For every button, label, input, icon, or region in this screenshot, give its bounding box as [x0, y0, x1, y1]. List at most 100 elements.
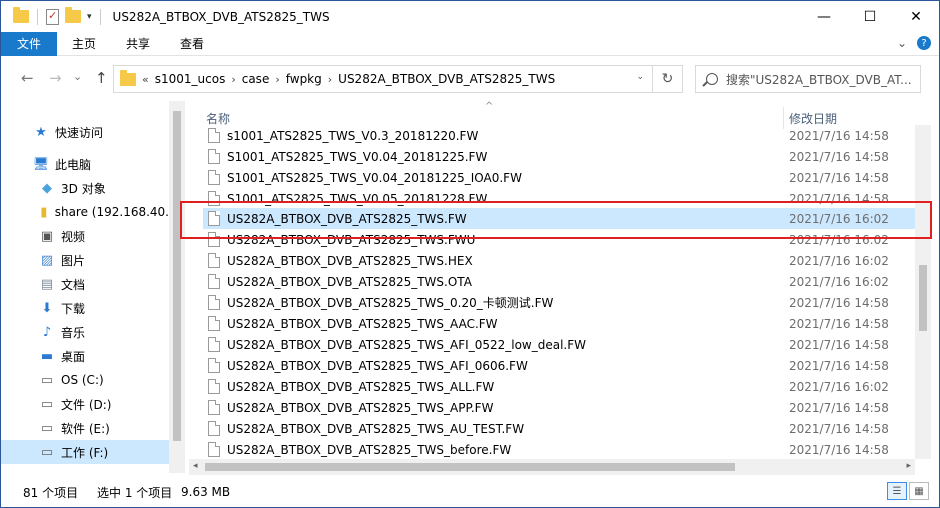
search-placeholder: 搜索"US282A_BTBOX_DVB_AT... [726, 72, 912, 87]
large-icons-view-icon[interactable]: ▦ [909, 482, 929, 500]
window-title: US282A_BTBOX_DVB_ATS2825_TWS [112, 9, 330, 24]
drive-icon: ▭ [40, 396, 54, 412]
file-row[interactable]: US282A_BTBOX_DVB_ATS2825_TWS_AU_TEST.FW 2… [203, 418, 915, 439]
file-row[interactable]: US282A_BTBOX_DVB_ATS2825_TWS_AAC.FW 2021/… [203, 313, 915, 334]
tab-home[interactable]: 主页 [57, 32, 111, 56]
file-row[interactable]: S1001_ATS2825_TWS_V0.04_20181225.FW 2021/… [203, 146, 915, 167]
title-bar: ▾ US282A_BTBOX_DVB_ATS2825_TWS — ☐ ✕ [1, 1, 939, 32]
file-icon [208, 211, 220, 226]
sidebar-item-drive-e[interactable]: ▭ 软件 (E:) [1, 416, 169, 440]
picture-icon: ▨ [40, 252, 54, 268]
file-icon [208, 128, 220, 143]
chevron-right-icon[interactable]: › [328, 73, 332, 86]
sidebar-item-this-pc[interactable]: 🖥 此电脑 [1, 152, 169, 176]
file-row[interactable]: US282A_BTBOX_DVB_ATS2825_TWS_0.20_卡顿测试.F… [203, 292, 915, 313]
file-row[interactable]: US282A_BTBOX_DVB_ATS2825_TWS_AFI_0522_lo… [203, 334, 915, 355]
ribbon-tabs: 文件 主页 共享 查看 ⌄ ? [1, 31, 939, 56]
file-row[interactable]: s1001_ATS2825_TWS_V0.3_20181220.FW 2021/7… [203, 125, 915, 146]
close-button[interactable]: ✕ [893, 1, 939, 32]
video-icon: ▣ [40, 228, 54, 244]
file-icon [208, 253, 220, 268]
file-icon [208, 232, 220, 247]
sidebar-item-videos[interactable]: ▣ 视频 [1, 224, 169, 248]
navigation-bar: ← → ⌄ ↑ « s1001_ucos › case › fwpkg › US… [1, 57, 939, 101]
sidebar-item-drive-f[interactable]: ▭ 工作 (F:) [1, 440, 169, 464]
sidebar-item-pictures[interactable]: ▨ 图片 [1, 248, 169, 272]
address-bar[interactable]: « s1001_ucos › case › fwpkg › US282A_BTB… [113, 65, 683, 93]
search-icon [706, 73, 718, 85]
scroll-right-icon[interactable]: ▸ [906, 461, 911, 471]
address-dropdown-icon[interactable]: ⌄ [636, 72, 644, 82]
file-icon [208, 295, 220, 310]
properties-icon[interactable] [46, 8, 59, 25]
file-icon [208, 316, 220, 331]
new-folder-icon[interactable] [65, 7, 81, 23]
file-row-selected[interactable]: US282A_BTBOX_DVB_ATS2825_TWS.FW 2021/7/16… [203, 208, 915, 229]
chevron-right-icon[interactable]: › [275, 73, 279, 86]
sidebar-item-drive-d[interactable]: ▭ 文件 (D:) [1, 392, 169, 416]
file-icon [208, 274, 220, 289]
breadcrumb-case[interactable]: case [242, 72, 270, 86]
file-row[interactable]: US282A_BTBOX_DVB_ATS2825_TWS.FWU 2021/7/1… [203, 229, 915, 250]
minimize-button[interactable]: — [801, 1, 847, 32]
tab-view[interactable]: 查看 [165, 32, 219, 56]
chevron-right-icon[interactable]: › [231, 73, 235, 86]
maximize-button[interactable]: ☐ [847, 1, 893, 32]
customize-toolbar-dropdown[interactable]: ▾ [87, 12, 92, 22]
file-row[interactable]: S1001_ATS2825_TWS_V0.05_20181228.FW 2021/… [203, 188, 915, 209]
sort-ascending-icon: ^ [485, 101, 494, 112]
refresh-button[interactable]: ↻ [652, 66, 682, 92]
file-row[interactable]: US282A_BTBOX_DVB_ATS2825_TWS.HEX 2021/7/1… [203, 250, 915, 271]
file-row[interactable]: US282A_BTBOX_DVB_ATS2825_TWS_AFI_0606.FW… [203, 355, 915, 376]
file-icon [208, 170, 220, 185]
breadcrumb-s1001-ucos[interactable]: s1001_ucos [155, 72, 226, 86]
details-view-icon[interactable]: ☰ [887, 482, 907, 500]
file-row[interactable]: S1001_ATS2825_TWS_V0.04_20181225_IOA0.FW… [203, 167, 915, 188]
tab-share[interactable]: 共享 [111, 32, 165, 56]
recent-locations-button[interactable]: ⌄ [73, 70, 82, 83]
file-row[interactable]: US282A_BTBOX_DVB_ATS2825_TWS_before.FW 20… [203, 439, 915, 459]
file-list-vertical-scrollbar[interactable] [915, 125, 931, 459]
sidebar-scroll-thumb[interactable] [173, 111, 181, 441]
up-button[interactable]: ↑ [95, 69, 108, 87]
file-row[interactable]: US282A_BTBOX_DVB_ATS2825_TWS.OTA 2021/7/1… [203, 271, 915, 292]
sidebar-item-quick-access[interactable]: ★ 快速访问 [1, 120, 169, 144]
help-icon[interactable]: ? [917, 36, 931, 50]
file-row[interactable]: US282A_BTBOX_DVB_ATS2825_TWS_APP.FW 2021/… [203, 397, 915, 418]
sidebar-item-share[interactable]: ▮ share (192.168.40. [1, 200, 169, 224]
vertical-scroll-thumb[interactable] [919, 265, 927, 331]
scroll-left-icon[interactable]: ◂ [193, 461, 198, 471]
computer-icon: 🖥 [32, 156, 50, 172]
window-controls: — ☐ ✕ [801, 1, 939, 32]
folder-icon [120, 69, 136, 86]
file-icon [208, 337, 220, 352]
sidebar-scrollbar[interactable] [169, 101, 185, 473]
breadcrumb-current[interactable]: US282A_BTBOX_DVB_ATS2825_TWS [338, 72, 555, 86]
file-list-horizontal-scrollbar[interactable]: ◂ ▸ [189, 459, 915, 475]
quick-access-toolbar: ▾ [1, 1, 103, 32]
file-icon [208, 358, 220, 373]
back-button[interactable]: ← [21, 69, 34, 87]
sidebar-item-documents[interactable]: ▤ 文档 [1, 272, 169, 296]
breadcrumb-fwpkg[interactable]: fwpkg [286, 72, 322, 86]
sidebar-item-3d-objects[interactable]: ◆ 3D 对象 [1, 176, 169, 200]
sidebar-item-downloads[interactable]: ⬇ 下载 [1, 296, 169, 320]
overflow-crumb[interactable]: « [142, 73, 149, 86]
sidebar-item-music[interactable]: ♪ 音乐 [1, 320, 169, 344]
explorer-window: ▾ US282A_BTBOX_DVB_ATS2825_TWS — ☐ ✕ 文件 … [0, 0, 940, 508]
view-toggle: ☰ ▦ [887, 482, 929, 500]
expand-ribbon-icon[interactable]: ⌄ [897, 36, 907, 50]
tab-file[interactable]: 文件 [1, 31, 58, 56]
cube-icon: ◆ [42, 180, 52, 196]
column-date-modified[interactable]: 修改日期 [789, 110, 837, 127]
file-icon [208, 421, 220, 436]
horizontal-scroll-thumb[interactable] [205, 463, 735, 471]
file-row[interactable]: US282A_BTBOX_DVB_ATS2825_TWS_ALL.FW 2021/… [203, 376, 915, 397]
column-name[interactable]: 名称 [206, 110, 230, 127]
document-icon: ▤ [40, 276, 54, 292]
search-box[interactable]: 搜索"US282A_BTBOX_DVB_AT... [695, 65, 921, 93]
forward-button[interactable]: → [49, 69, 62, 87]
file-icon [208, 149, 220, 164]
sidebar-item-drive-c[interactable]: ▭ OS (C:) [1, 368, 169, 392]
sidebar-item-desktop[interactable]: ▬ 桌面 [1, 344, 169, 368]
